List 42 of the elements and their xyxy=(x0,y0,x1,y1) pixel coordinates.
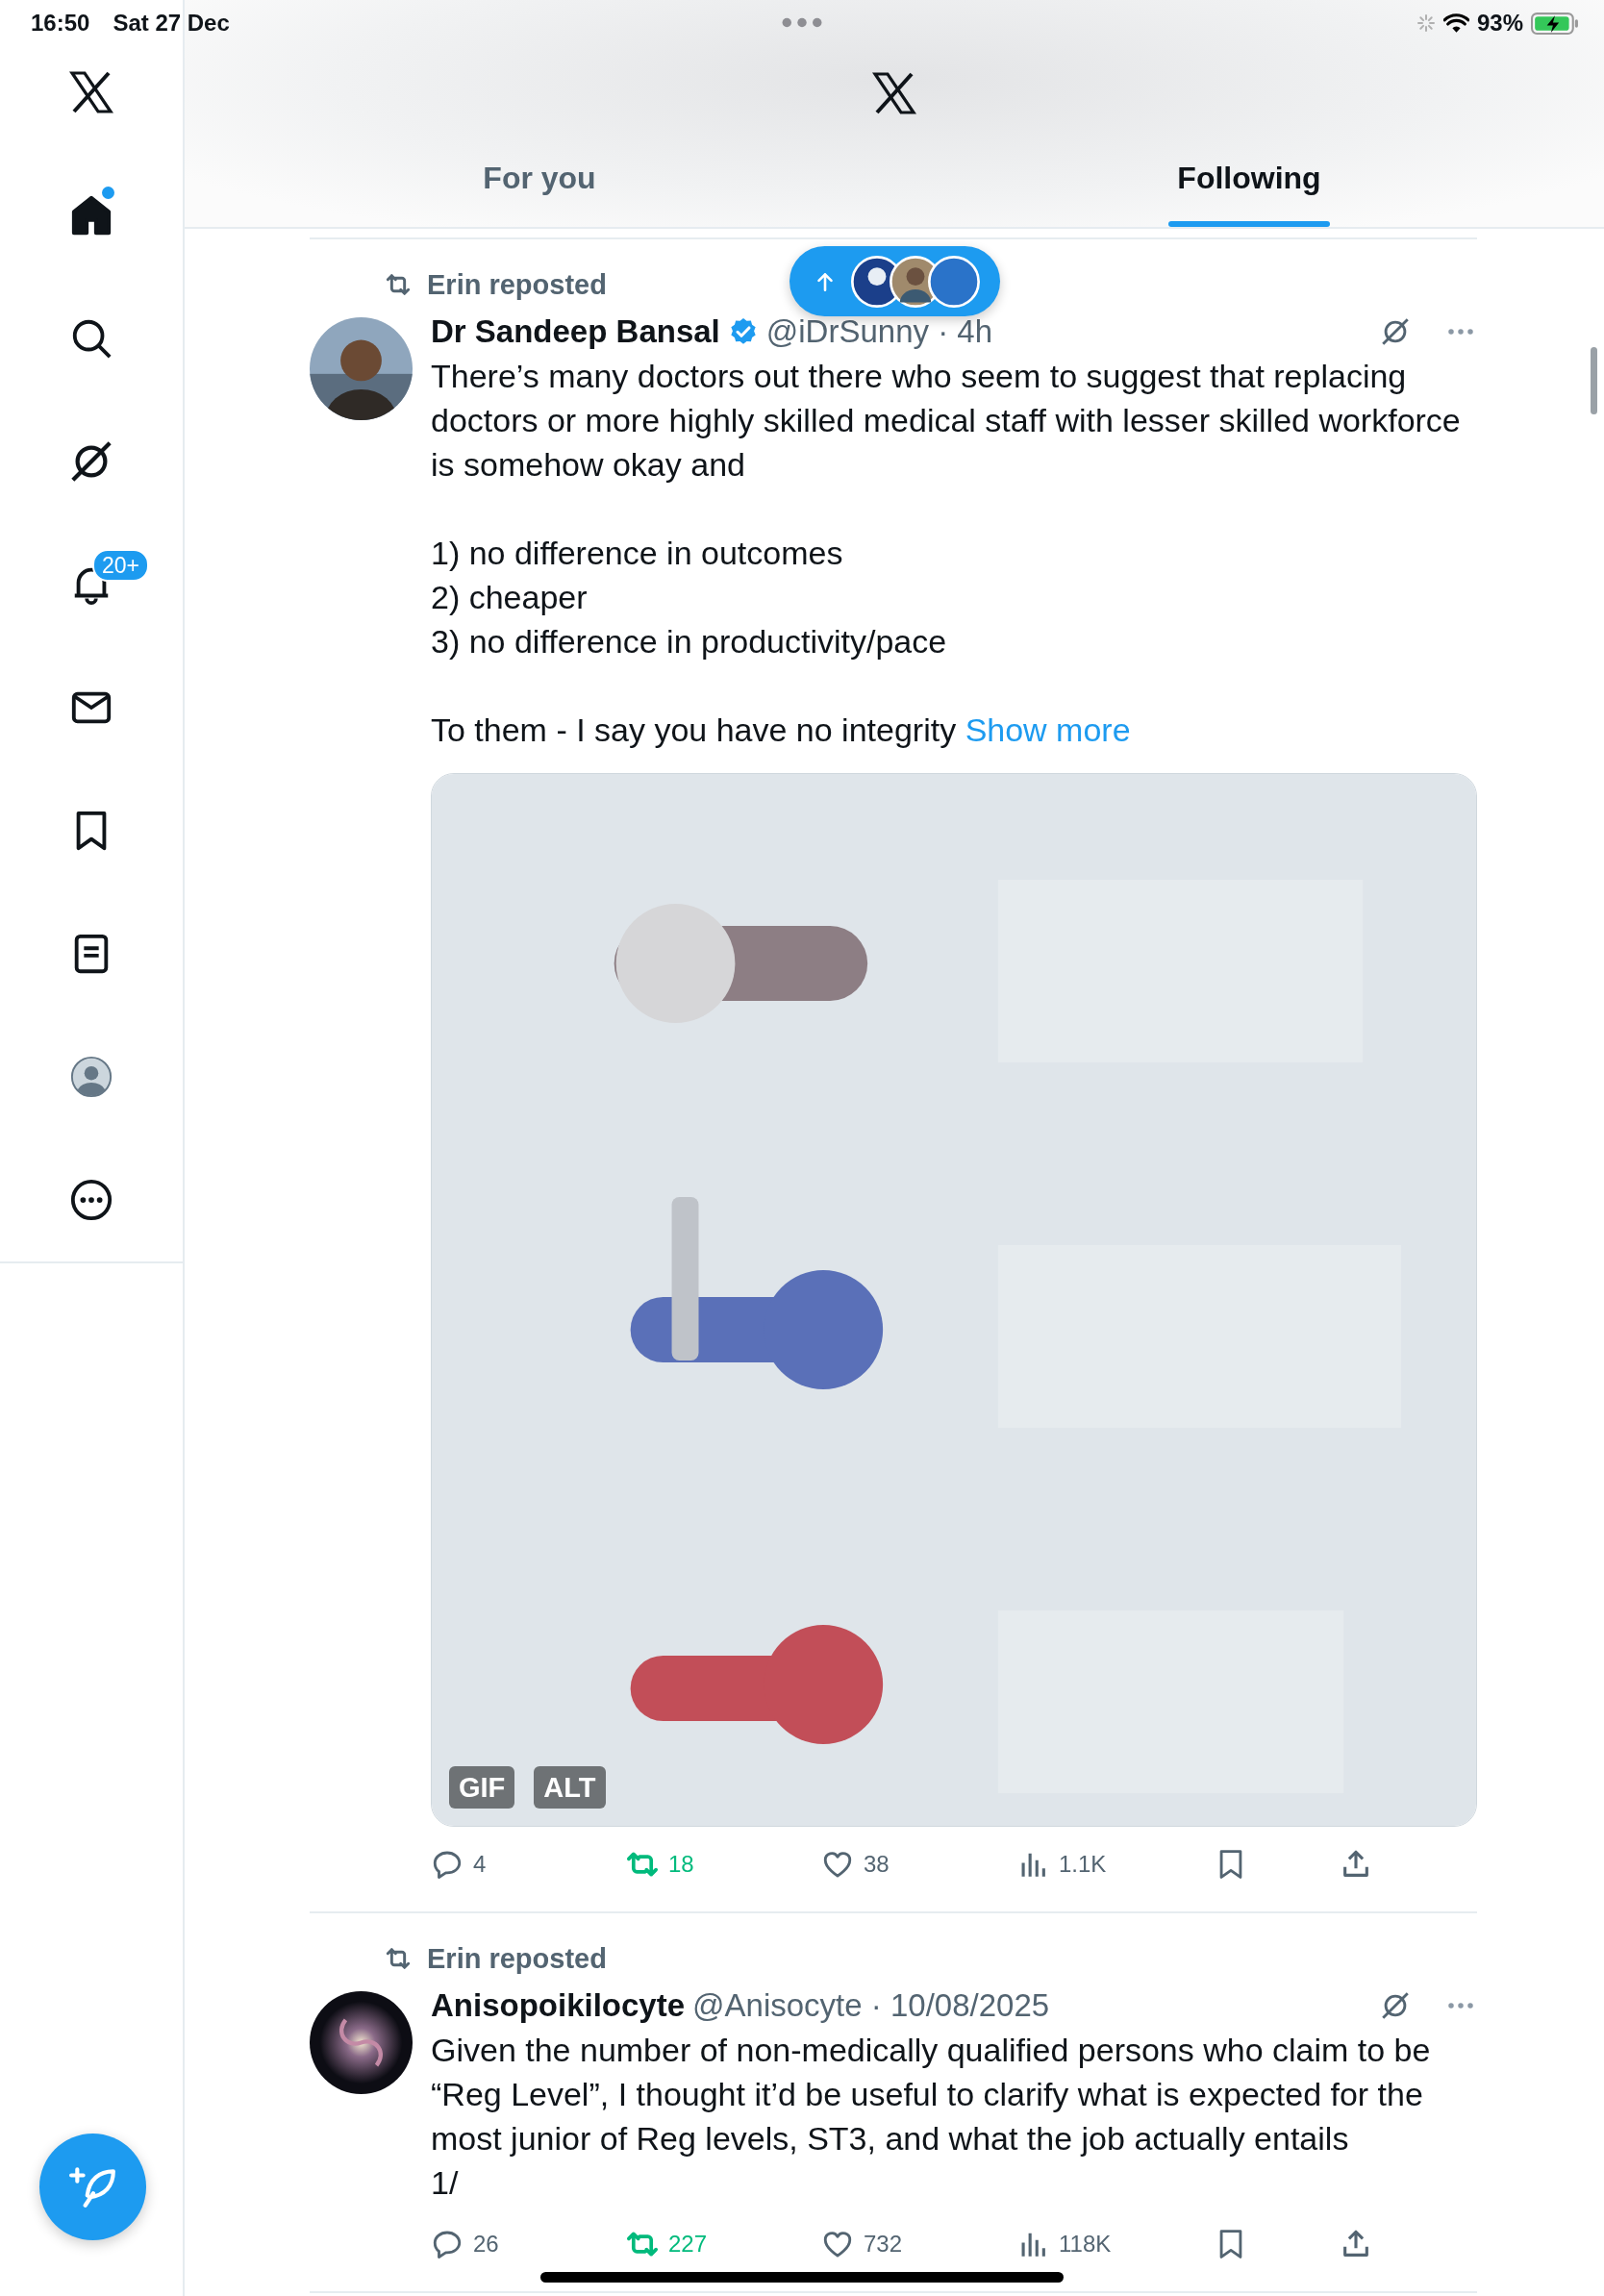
x-logo-icon[interactable] xyxy=(68,69,114,115)
like-button[interactable]: 38 xyxy=(821,1848,890,1881)
slashed-circle-icon[interactable] xyxy=(1379,1989,1412,2022)
post-text: There’s many doctors out there who seem to suggest that replacing doctors or more highly skilled medical staff with lesser skilled workforce is somehow okay and xyxy=(431,357,1462,485)
new-posts-button[interactable] xyxy=(789,246,1000,316)
reply-button[interactable]: 26 xyxy=(431,2228,499,2260)
activity-icon xyxy=(1416,13,1436,33)
scrollbar-thumb xyxy=(1591,347,1597,414)
media-tag[interactable]: ALT xyxy=(534,1766,606,1809)
author-name[interactable]: Anisopoikilocyte xyxy=(431,1987,686,2024)
post-text: 1) no difference in outcomes 2) cheaper 3) no difference in productivity/pace xyxy=(431,534,948,661)
home-icon xyxy=(69,193,113,237)
views-button[interactable]: 1.1K xyxy=(1016,1848,1107,1881)
more-icon xyxy=(69,1178,113,1222)
status-time: 16:50 xyxy=(31,10,90,37)
multitask-dots-icon[interactable] xyxy=(782,17,822,28)
avatar xyxy=(928,255,980,308)
slashed-circle-icon[interactable] xyxy=(1379,315,1412,348)
slashed-circle-icon xyxy=(69,439,113,484)
x-logo-icon xyxy=(871,70,917,116)
feed-tab[interactable]: For you xyxy=(185,144,894,227)
repost-label[interactable]: Erin reposted xyxy=(427,268,607,301)
avatar-icon xyxy=(69,1055,113,1099)
repost-label[interactable]: Erin reposted xyxy=(427,1942,607,1975)
media-tag[interactable]: GIF xyxy=(449,1766,515,1809)
wifi-icon xyxy=(1442,12,1469,34)
post-text: Given the number of non-medically qualified persons who claim to be “Reg Level”, I thought it’d be useful to clarify what is expected for the most junior of Reg levels, ST3, and what the job actually entails 1/ xyxy=(431,2031,1432,2203)
status-date: Sat 27 Dec xyxy=(113,10,230,37)
battery-icon xyxy=(1531,11,1579,36)
feed-tab[interactable]: Following xyxy=(894,144,1604,227)
notification-count-badge: 20+ xyxy=(92,549,149,582)
like-button[interactable]: 732 xyxy=(821,2228,903,2260)
author-handle-time: @Anisocyte · 10/08/2025 xyxy=(692,1987,1050,2024)
compose-button[interactable] xyxy=(39,2134,146,2240)
views-button[interactable]: 118K xyxy=(1016,2228,1112,2260)
more-icon[interactable] xyxy=(1446,2001,1475,2010)
reply-button[interactable]: 4 xyxy=(431,1848,487,1881)
more-icon[interactable] xyxy=(1446,327,1475,337)
author-name[interactable]: Dr Sandeep Bansal xyxy=(431,313,720,350)
post-text: To them - I say you have no integrity Show more xyxy=(431,711,1132,750)
battery-percent: 93% xyxy=(1476,10,1523,37)
author-handle-time: @iDrSunny · 4h xyxy=(765,313,993,350)
